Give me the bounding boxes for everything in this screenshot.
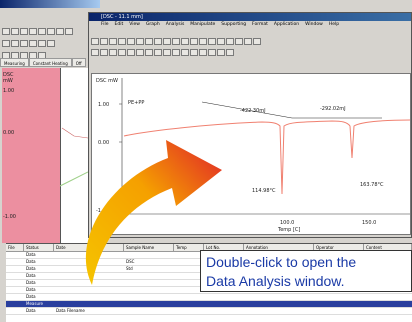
- callout-box: Double-click to open the Data Analysis w…: [200, 250, 412, 292]
- callout-line-2: Data Analysis window.: [206, 273, 345, 289]
- callout-line-1: Double-click to open the: [206, 254, 357, 270]
